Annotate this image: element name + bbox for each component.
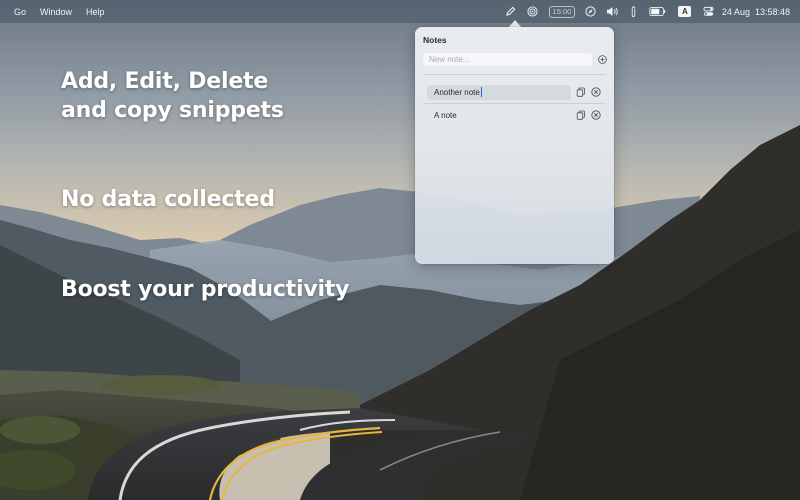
promo-headline-features: Add, Edit, Delete and copy snippets (61, 69, 284, 123)
copy-icon (576, 110, 585, 120)
note-text: Another note (434, 88, 480, 97)
divider (423, 74, 606, 75)
compass-icon[interactable] (580, 0, 602, 23)
divider (423, 103, 606, 104)
delete-note-button[interactable] (590, 109, 601, 120)
close-circle-icon (590, 109, 601, 120)
control-center-icon[interactable] (698, 0, 720, 23)
app-menus: Go Window Help (0, 7, 105, 17)
timer-badge[interactable]: 15:00 (544, 0, 580, 23)
note-row: Another note (423, 82, 606, 102)
promo-headline-productivity: Boost your productivity (61, 277, 350, 302)
copy-note-button[interactable] (575, 109, 586, 120)
menu-help[interactable]: Help (86, 7, 105, 17)
timer-text: 15:00 (548, 5, 576, 18)
copy-icon (576, 87, 585, 97)
input-source-badge[interactable]: A (672, 0, 698, 23)
menubar-time[interactable]: 13:58:48 (755, 7, 790, 17)
notes-popover: Notes Another note A note (415, 27, 614, 264)
promo-headline-privacy: No data collected (61, 187, 275, 212)
input-source-label: A (678, 6, 692, 17)
delete-note-button[interactable] (590, 86, 601, 97)
status-items: 15:00 A 24 Aug 13:58:48 (500, 0, 790, 23)
battery-icon[interactable] (644, 0, 672, 23)
note-text: A note (434, 111, 457, 120)
copy-note-button[interactable] (575, 86, 586, 97)
text-caret (480, 87, 482, 97)
menu-bar: Go Window Help 15:00 A 24 Aug 13:58:48 (0, 0, 800, 23)
note-row: A note (423, 105, 606, 125)
plus-circle-icon (598, 55, 607, 64)
new-note-input[interactable] (423, 53, 592, 66)
note-text-field[interactable]: Another note (427, 85, 571, 100)
menu-window[interactable]: Window (40, 7, 72, 17)
target-icon[interactable] (522, 0, 544, 23)
menubar-date[interactable]: 24 Aug (722, 7, 750, 17)
note-text-field[interactable]: A note (427, 108, 571, 123)
menu-go[interactable]: Go (14, 7, 26, 17)
popover-title: Notes (423, 35, 447, 45)
close-circle-icon (590, 86, 601, 97)
add-note-button[interactable] (597, 54, 608, 65)
volume-icon[interactable] (602, 0, 624, 23)
paperclip-icon[interactable] (624, 0, 644, 23)
